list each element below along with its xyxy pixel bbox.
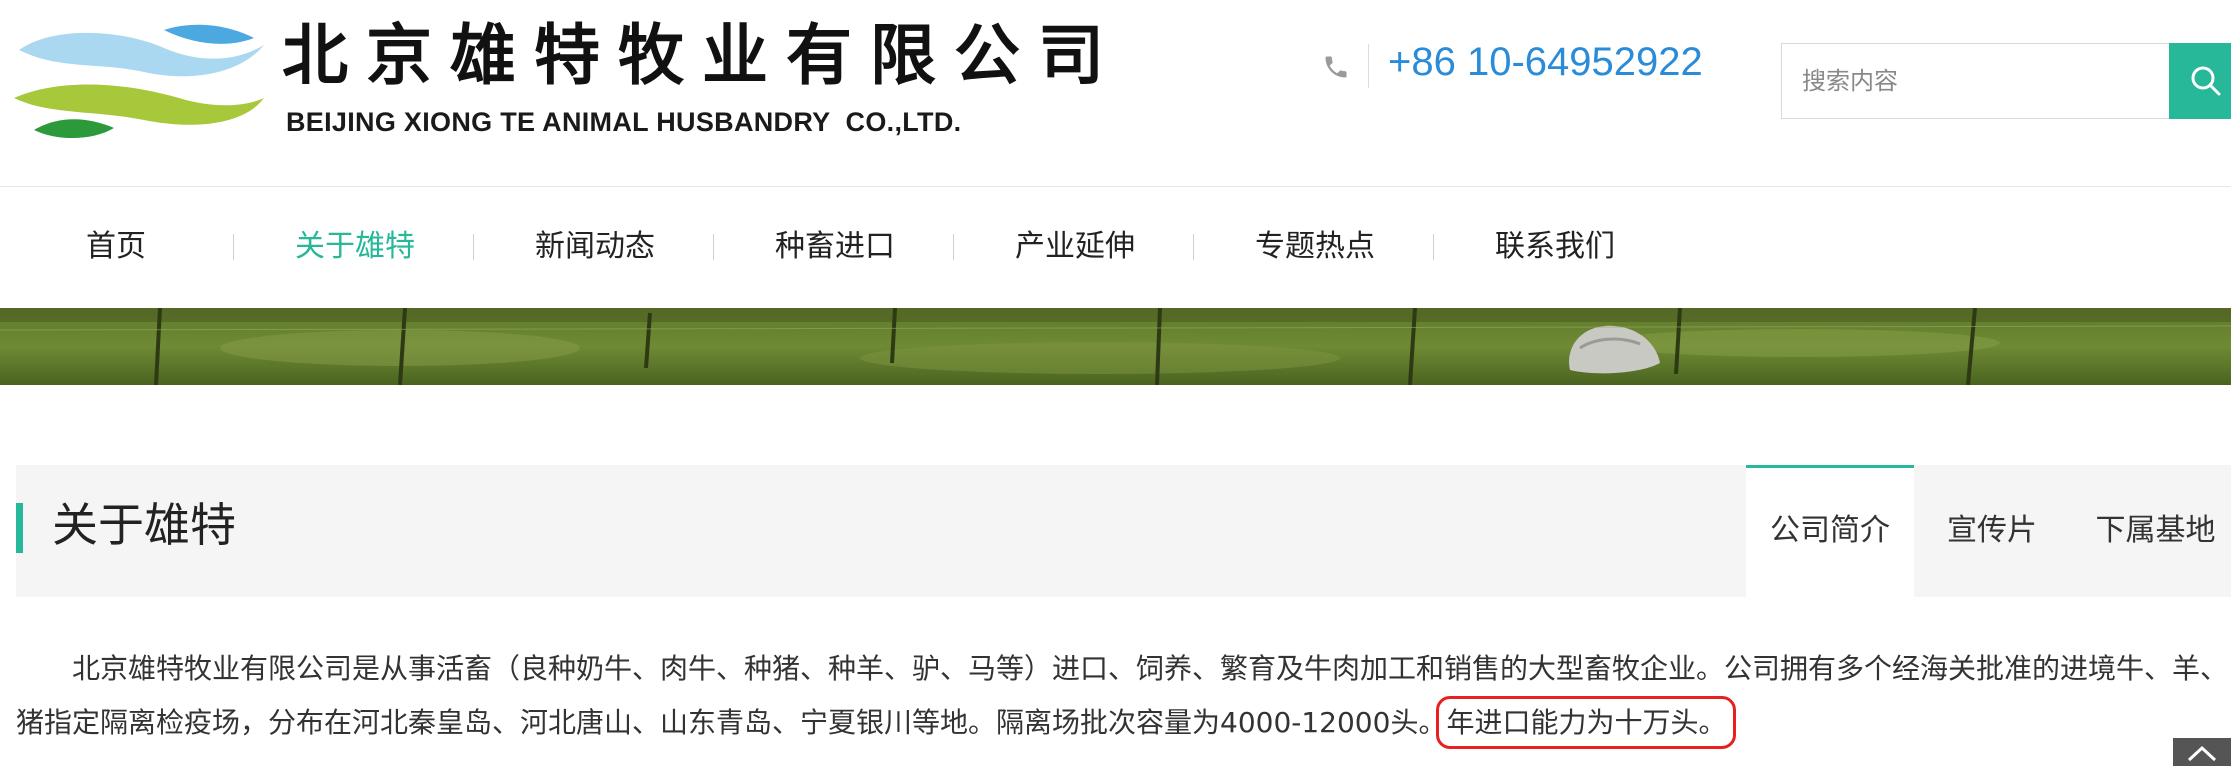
nav-divider xyxy=(1433,234,1434,260)
logo-icon[interactable] xyxy=(14,20,264,145)
main-nav: 首页 关于雄特 新闻动态 种畜进口 产业延伸 专题热点 联系我们 xyxy=(0,187,2231,308)
nav-item-about[interactable]: 关于雄特 xyxy=(295,227,415,266)
search-input[interactable] xyxy=(1781,43,2169,119)
nav-divider xyxy=(713,234,714,260)
nav-item-livestock-import[interactable]: 种畜进口 xyxy=(775,227,895,266)
intro-line-2: 猪指定隔离检疫场，分布在河北秦皇岛、河北唐山、山东青岛、宁夏银川等地。隔离场批次… xyxy=(16,696,2216,750)
intro-text: 猪指定隔离检疫场，分布在河北秦皇岛、河北唐山、山东青岛、宁夏银川等地。隔离场批次… xyxy=(16,706,1447,739)
nav-item-home[interactable]: 首页 xyxy=(86,227,146,266)
nav-divider xyxy=(233,234,234,260)
section-title: 关于雄特 xyxy=(52,498,236,552)
nav-item-industry-extension[interactable]: 产业延伸 xyxy=(1015,227,1135,266)
nav-item-news[interactable]: 新闻动态 xyxy=(535,227,655,266)
company-name-cn: 北京雄特牧业有限公司 xyxy=(282,16,1122,94)
search-icon xyxy=(2191,66,2221,96)
back-to-top-icon[interactable] xyxy=(2173,738,2231,766)
tab-company-profile[interactable]: 公司简介 xyxy=(1746,465,1914,597)
nav-item-special-topics[interactable]: 专题热点 xyxy=(1255,227,1375,266)
nav-divider xyxy=(473,234,474,260)
company-name-en: BEIJING XIONG TE ANIMAL HUSBANDRY CO.,LT… xyxy=(286,107,962,137)
section-accent-bar xyxy=(16,503,23,553)
phone-number[interactable]: +86 10-64952922 xyxy=(1388,40,1703,84)
tab-subsidiary-bases[interactable]: 下属基地 xyxy=(2080,465,2231,597)
banner-image xyxy=(0,308,2231,385)
intro-line-1: 北京雄特牧业有限公司是从事活畜（良种奶牛、肉牛、种猪、种羊、驴、马等）进口、饲养… xyxy=(72,652,2229,685)
search-button[interactable] xyxy=(2169,43,2231,119)
tab-promo-video[interactable]: 宣传片 xyxy=(1930,465,2054,597)
company-intro: 北京雄特牧业有限公司是从事活畜（良种奶牛、肉牛、种猪、种羊、驴、马等）进口、饲养… xyxy=(16,642,2229,750)
highlighted-text: 年进口能力为十万头。 xyxy=(1436,696,1737,749)
nav-item-contact[interactable]: 联系我们 xyxy=(1495,227,1615,266)
site-header: 北京雄特牧业有限公司 BEIJING XIONG TE ANIMAL HUSBA… xyxy=(0,0,2231,187)
phone-icon xyxy=(1325,56,1347,78)
nav-divider xyxy=(953,234,954,260)
nav-divider xyxy=(1193,234,1194,260)
phone-divider xyxy=(1368,44,1369,88)
